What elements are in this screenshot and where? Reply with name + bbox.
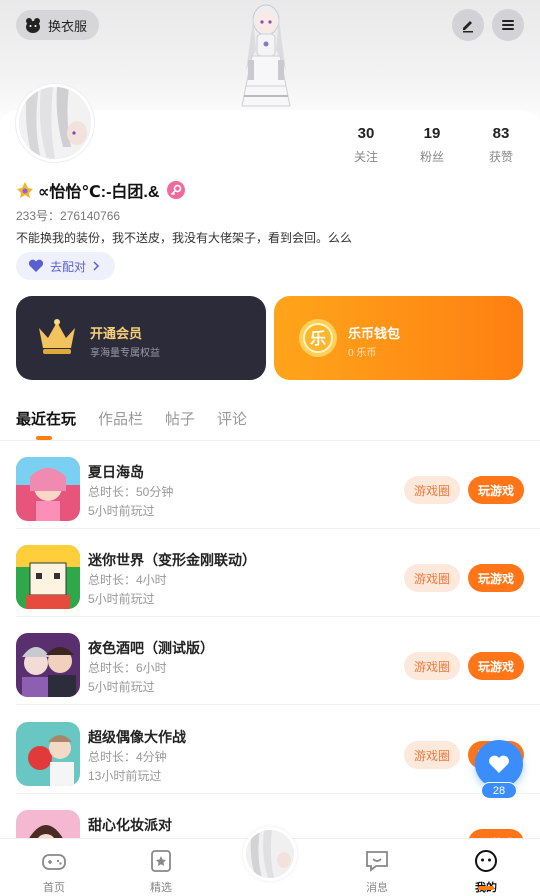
like-count-badge: 28	[481, 782, 517, 799]
star-bookmark-icon	[151, 850, 171, 872]
game-last-played: 5小时前玩过	[88, 592, 155, 606]
wardrobe-icon	[26, 18, 40, 33]
game-icon	[16, 457, 80, 521]
game-title: 夜色酒吧（测试版）	[88, 640, 214, 656]
coin-char: 乐	[310, 329, 326, 348]
nav-featured[interactable]: 精选	[131, 849, 191, 895]
stat-following[interactable]: 30 关注	[340, 125, 392, 165]
vip-title: 开通会员	[90, 326, 143, 341]
game-circle-button[interactable]: 游戏圈	[404, 741, 460, 769]
game-duration: 总时长：4分钟	[88, 750, 167, 764]
key-badge[interactable]	[167, 181, 186, 199]
tab-recent[interactable]: 最近在玩	[16, 408, 76, 440]
edit-icon	[463, 21, 473, 33]
heart-icon	[489, 755, 509, 773]
center-avatar-image	[246, 830, 294, 878]
stat-likes[interactable]: 83 获赞	[472, 125, 530, 165]
wallet-title: 乐币钱包	[348, 326, 401, 341]
floating-like-button[interactable]	[475, 740, 523, 788]
game-duration: 总时长：4小时	[88, 573, 167, 587]
wardrobe-button[interactable]: 换衣服	[16, 10, 100, 40]
stat-following-count: 30	[357, 125, 375, 142]
game-row[interactable]: 夏日海岛 总时长：50分钟 5小时前玩过 游戏圈 玩游戏	[0, 441, 540, 529]
play-game-button[interactable]: 玩游戏	[468, 564, 524, 592]
game-last-played: 5小时前玩过	[88, 504, 155, 518]
game-icon	[16, 633, 80, 697]
crown-icon	[39, 319, 75, 354]
stat-likes-label: 获赞	[488, 150, 513, 164]
vip-subtitle: 享海量专属权益	[90, 348, 160, 359]
game-circle-button[interactable]: 游戏圈	[404, 652, 460, 680]
smiley-icon	[475, 850, 497, 872]
game-circle-button[interactable]: 游戏圈	[404, 476, 460, 504]
character-avatar-figure[interactable]	[226, 0, 306, 118]
menu-icon	[502, 20, 514, 30]
wardrobe-label: 换衣服	[48, 18, 88, 34]
message-icon	[366, 851, 388, 872]
stat-fans-count: 19	[423, 125, 441, 142]
vip-membership-card[interactable]: 开通会员 享海量专属权益	[16, 296, 266, 380]
game-last-played: 13小时前玩过	[88, 769, 162, 783]
nav-active-indicator	[478, 886, 494, 890]
heart-pair-icon	[28, 259, 44, 272]
nav-home-label: 首页	[43, 882, 65, 894]
tab-works[interactable]: 作品栏	[98, 408, 143, 429]
game-title: 夏日海岛	[88, 464, 144, 480]
game-row[interactable]: 迷你世界（变形金刚联动） 总时长：4小时 5小时前玩过 游戏圈 玩游戏	[0, 529, 540, 617]
level-badge-icon	[17, 182, 33, 198]
nav-messages-label: 消息	[366, 882, 388, 894]
nav-featured-label: 精选	[150, 882, 172, 894]
game-circle-button[interactable]: 游戏圈	[404, 564, 460, 592]
coin-icon: 乐	[299, 319, 337, 357]
tab-posts[interactable]: 帖子	[165, 408, 195, 429]
nav-home[interactable]: 首页	[24, 849, 84, 895]
avatar-image	[19, 87, 91, 159]
pair-label: 去配对	[50, 259, 87, 274]
wallet-subtitle: 0 乐币	[348, 348, 377, 359]
nav-center-avatar[interactable]	[243, 827, 297, 881]
chevron-right-icon	[93, 261, 100, 271]
gamepad-icon	[42, 854, 66, 870]
play-game-button[interactable]: 玩游戏	[468, 476, 524, 504]
game-title: 甜心化妆派对	[88, 817, 172, 833]
menu-button[interactable]	[492, 9, 524, 41]
username: ∝怡怡℃:-白团.&	[38, 184, 160, 201]
game-duration: 总时长：6小时	[88, 661, 167, 675]
game-icon	[16, 722, 80, 786]
profile-stats: 30 关注 19 粉丝 83 获赞	[340, 125, 530, 165]
game-last-played: 5小时前玩过	[88, 680, 155, 694]
game-duration: 总时长：50分钟	[88, 485, 174, 499]
key-icon	[171, 184, 182, 196]
play-game-button[interactable]: 玩游戏	[468, 652, 524, 680]
pair-button[interactable]: 去配对	[16, 252, 115, 280]
username-row: ∝怡怡℃:-白团.&	[16, 178, 186, 202]
game-icon	[16, 545, 80, 609]
user-id: 233号：276140766	[16, 209, 121, 223]
game-row[interactable]: 夜色酒吧（测试版） 总时长：6小时 5小时前玩过 游戏圈 玩游戏	[0, 617, 540, 705]
stat-fans-label: 粉丝	[419, 150, 444, 164]
nav-messages[interactable]: 消息	[347, 849, 407, 895]
game-title: 超级偶像大作战	[88, 729, 186, 745]
game-title: 迷你世界（变形金刚联动）	[88, 552, 256, 568]
user-bio: 不能换我的装份，我不送皮，我没有大佬架子，看到会回。么么	[16, 231, 353, 245]
stat-likes-count: 83	[492, 125, 510, 142]
profile-tabs: 最近在玩 作品栏 帖子 评论	[16, 408, 247, 440]
stat-fans[interactable]: 19 粉丝	[392, 125, 472, 165]
row-divider	[16, 704, 540, 705]
bottom-nav: 首页 精选 消息 我的	[0, 827, 540, 896]
tab-comments[interactable]: 评论	[217, 408, 247, 429]
wallet-card[interactable]: 乐 乐币钱包 0 乐币	[274, 296, 523, 380]
stat-following-label: 关注	[353, 150, 378, 164]
edit-button[interactable]	[452, 9, 484, 41]
game-row[interactable]: 超级偶像大作战 总时长：4分钟 13小时前玩过 游戏圈 玩游戏	[0, 706, 540, 794]
profile-avatar[interactable]	[16, 84, 94, 162]
